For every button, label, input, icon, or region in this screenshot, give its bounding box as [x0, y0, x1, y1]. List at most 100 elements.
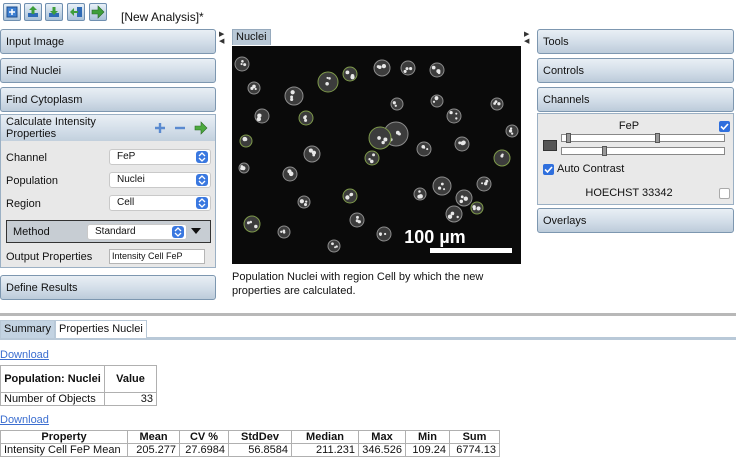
export-icon[interactable]	[67, 3, 85, 21]
cell-speck	[372, 153, 375, 157]
cell-speck	[449, 111, 453, 115]
panel-overlays[interactable]: Overlays	[537, 208, 734, 233]
channel-fep-checkbox[interactable]	[719, 121, 730, 132]
cell-speck	[368, 158, 371, 161]
panel-find-nuclei[interactable]: Find Nuclei	[0, 58, 216, 83]
cell-speck	[455, 112, 458, 115]
channel-label: Channel	[6, 152, 47, 164]
table-cell: 6774.13	[449, 443, 500, 457]
cell-speck	[455, 117, 458, 120]
panel-find-cytoplasm[interactable]: Find Cytoplasm	[0, 87, 216, 112]
panel-channels[interactable]: Channels	[537, 87, 734, 112]
slider-max-handle[interactable]	[655, 133, 660, 143]
auto-contrast-checkbox[interactable]	[543, 164, 554, 175]
table-cell: 27.6984	[179, 443, 229, 457]
cell-speck	[282, 229, 286, 233]
add-icon[interactable]	[153, 121, 167, 135]
run-step-icon[interactable]	[194, 121, 208, 135]
channel-gamma-slider[interactable]	[561, 146, 725, 156]
results-tabs: Summary Properties Nuclei	[0, 320, 736, 340]
cell-speck	[484, 182, 488, 186]
upload-icon[interactable]	[24, 3, 42, 21]
cell-blob	[432, 176, 452, 196]
tab-properties-nuclei[interactable]: Properties Nuclei	[55, 320, 147, 338]
table-cell: Intensity Cell FeP Mean	[0, 443, 128, 457]
run-arrow-icon[interactable]	[89, 3, 107, 21]
table-cell: 109.24	[405, 443, 450, 457]
table-cell: Number of Objects	[0, 392, 105, 406]
cell-blob	[493, 149, 511, 167]
cell-speck	[501, 153, 504, 156]
cell-speck	[508, 129, 513, 133]
cell-speck	[242, 136, 247, 142]
cell-speck	[459, 199, 464, 204]
cell-speck	[299, 199, 304, 204]
channel-hoechst-checkbox[interactable]	[719, 188, 730, 199]
cell-speck	[476, 206, 481, 211]
scale-bar-label: 100 µm	[404, 227, 465, 247]
cell-speck	[383, 137, 388, 142]
cell-speck	[241, 60, 244, 63]
cell-speck	[460, 195, 464, 199]
results-splitter[interactable]	[0, 313, 736, 316]
cell-speck	[431, 65, 436, 70]
cell-speck	[395, 130, 400, 135]
cell-speck	[349, 192, 354, 197]
table-cell: 56.8584	[228, 443, 292, 457]
microscopy-image[interactable]: 100 µm	[232, 46, 521, 264]
region-label: Region	[6, 198, 41, 210]
viewer-tab-nuclei[interactable]: Nuclei	[232, 29, 271, 45]
panel-tools[interactable]: Tools	[537, 29, 734, 54]
panel-define-results[interactable]: Define Results	[0, 275, 216, 300]
channel-color-swatch[interactable]	[543, 140, 557, 151]
remove-icon[interactable]	[173, 121, 187, 135]
panel-input-image[interactable]: Input Image	[0, 29, 216, 54]
cell-blob	[390, 97, 404, 111]
cell-speck	[443, 188, 446, 191]
cell-speck	[240, 62, 243, 66]
channels-body: FeP Auto Contrast HOECHST 33342	[537, 113, 734, 205]
channel-hoechst-name: HOECHST 33342	[585, 187, 673, 199]
download-link-properties[interactable]: Download	[0, 414, 49, 426]
table-header-row: Property Mean CV % StdDev Median Max Min…	[0, 430, 500, 444]
population-select[interactable]: Nuclei	[109, 172, 211, 188]
cell-speck	[243, 63, 247, 67]
channel-select[interactable]: FeP	[109, 149, 211, 165]
slider-gamma-handle[interactable]	[602, 146, 607, 156]
download-link-summary[interactable]: Download	[0, 349, 49, 361]
cell-speck	[381, 63, 387, 69]
cell-blob	[446, 108, 462, 124]
method-select[interactable]: Standard	[87, 224, 187, 240]
table-row: Intensity Cell FeP Mean 205.277 27.6984 …	[0, 443, 500, 457]
cell-speck	[280, 230, 283, 233]
channel-range-slider[interactable]	[561, 133, 725, 143]
cell-speck	[290, 97, 294, 102]
download-icon[interactable]	[45, 3, 63, 21]
panel-calculate-intensity: Calculate Intensity Properties Channel F…	[0, 114, 216, 268]
table-header: Population: Nuclei	[0, 365, 105, 393]
method-options-caret-icon[interactable]	[191, 228, 201, 234]
cell-speck	[254, 224, 258, 229]
cell-blob	[254, 108, 270, 124]
cell-speck	[423, 146, 426, 149]
region-select[interactable]: Cell	[109, 195, 211, 211]
method-select-value: Standard	[95, 226, 136, 237]
new-analysis-icon[interactable]	[3, 3, 21, 21]
panel-controls[interactable]: Controls	[537, 58, 734, 83]
summary-table: Population: Nuclei Value Number of Objec…	[0, 365, 157, 406]
collapse-right-icon[interactable]: ▶ ◀	[524, 31, 529, 45]
select-arrows-icon	[196, 151, 208, 163]
method-label: Method	[13, 226, 50, 238]
cell-speck	[246, 221, 250, 225]
cell-speck	[403, 69, 407, 73]
cell-speck	[369, 159, 374, 164]
tab-summary[interactable]: Summary	[0, 320, 56, 338]
output-properties-input[interactable]: Intensity Cell FeP	[109, 249, 205, 264]
slider-min-handle[interactable]	[566, 133, 571, 143]
collapse-left-icon[interactable]: ▶ ◀	[219, 31, 224, 45]
table-header: Sum	[449, 430, 500, 444]
calc-panel-header[interactable]: Calculate Intensity Properties	[1, 115, 215, 141]
cell-blob	[416, 141, 432, 157]
region-select-value: Cell	[117, 197, 135, 208]
cell-speck	[326, 76, 329, 79]
